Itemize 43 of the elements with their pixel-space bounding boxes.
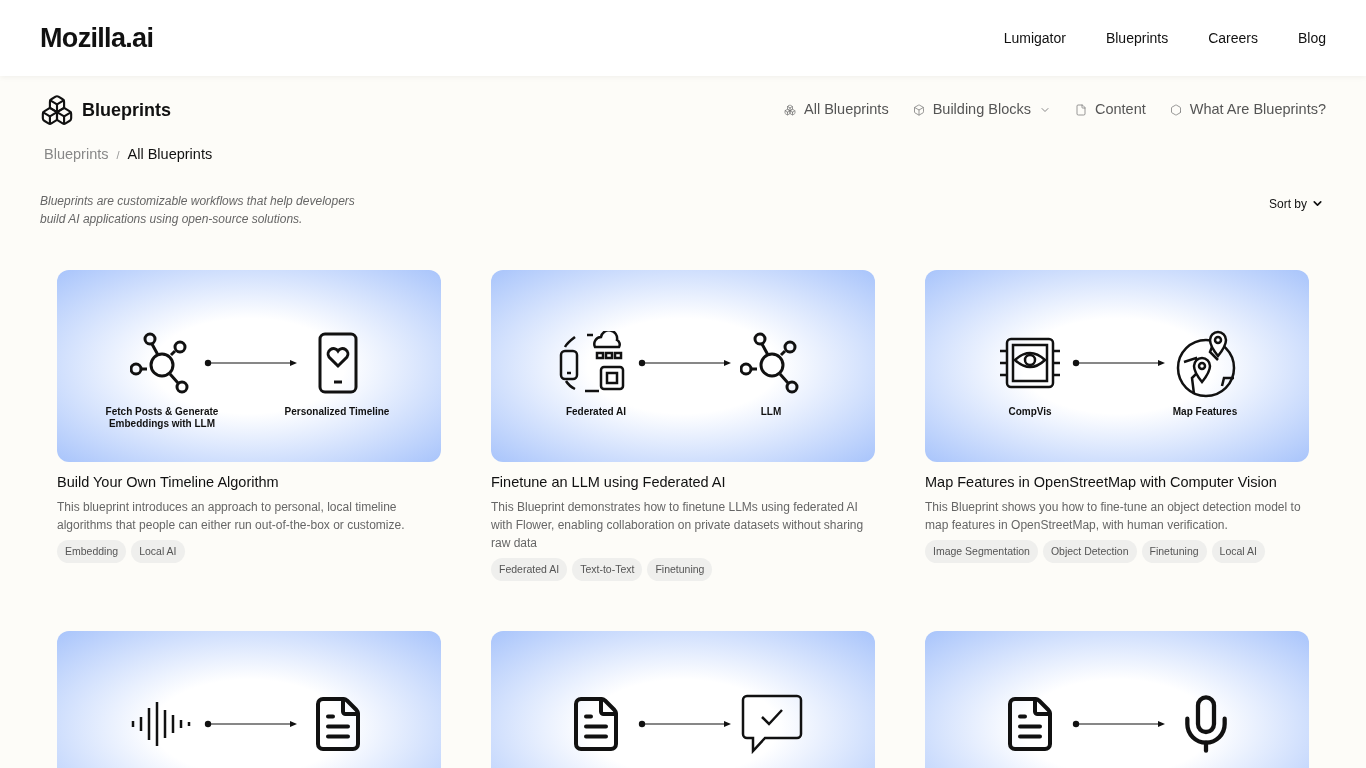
diagram-label: Map Features <box>1171 405 1239 418</box>
blueprints-logo-icon <box>40 93 74 127</box>
nav-link[interactable]: Careers <box>1208 27 1258 49</box>
card-title[interactable]: Build Your Own Timeline Algorithm <box>57 471 441 494</box>
section-title: Blueprints <box>82 98 171 122</box>
tag: Image Segmentation <box>925 539 1038 564</box>
diagram-label: CompVis <box>1007 405 1053 418</box>
card-title[interactable]: Map Features in OpenStreetMap with Computer Vision <box>925 471 1309 494</box>
tag: Finetuning <box>647 557 713 582</box>
tag: Local AI <box>1211 539 1265 564</box>
chat-check-icon <box>741 694 803 755</box>
waveform-icon <box>131 702 193 747</box>
hexagon-icon <box>1169 104 1182 116</box>
tag: Federated AI <box>491 557 568 582</box>
nav-link[interactable]: Lumigator <box>1003 27 1066 49</box>
breadcrumb-link[interactable]: All Blueprints <box>127 144 213 166</box>
intro-text: Blueprints are customizable workflows that help developers build AI applications using open-source solutions. <box>40 192 356 228</box>
boxes-icon <box>784 104 797 116</box>
card-description: This blueprint introduces an approach to personal, local timeline algorithms that people can either run out-of-the-box or customize. <box>57 498 406 534</box>
nav-link[interactable]: Blueprints <box>1105 27 1169 49</box>
tag: Embedding <box>57 539 127 564</box>
section-nav-link[interactable]: What Are Blueprints? <box>1169 99 1326 121</box>
tag: Text-to-Text <box>572 557 643 582</box>
tag: Object Detection <box>1042 539 1137 564</box>
cube-icon <box>912 104 925 116</box>
logo[interactable]: Mozilla.ai <box>40 17 154 59</box>
diagram-label: Fetch Posts & Generate Embeddings with LLM <box>104 405 220 430</box>
document-icon <box>1075 104 1087 116</box>
card-description: This Blueprint shows you how to fine-tune an object detection model to map features in OpenStreetMap, with human verification. <box>925 498 1302 534</box>
diagram-label: LLM <box>759 405 783 418</box>
breadcrumb-separator: / <box>116 147 120 163</box>
tag: Local AI <box>131 539 185 564</box>
sort-dropdown[interactable]: Sort by <box>1269 194 1324 213</box>
tag: Finetuning <box>1141 539 1207 564</box>
card-title[interactable]: Finetune an LLM using Federated AI <box>491 471 875 494</box>
section-nav-link[interactable]: All Blueprints <box>784 99 889 121</box>
card-description: This Blueprint demonstrates how to finetune LLMs using federated AI with Flower, enabling collaboration on private datasets without sharing raw data <box>491 498 865 552</box>
diagram-label: Personalized Timeline <box>283 405 391 419</box>
diagram-label: Federated AI <box>564 405 628 418</box>
section-nav-link[interactable]: Content <box>1075 99 1146 121</box>
section-nav-link[interactable]: Building Blocks <box>912 99 1051 121</box>
nav-link[interactable]: Blog <box>1297 27 1326 49</box>
chip-eye-icon <box>999 335 1061 390</box>
